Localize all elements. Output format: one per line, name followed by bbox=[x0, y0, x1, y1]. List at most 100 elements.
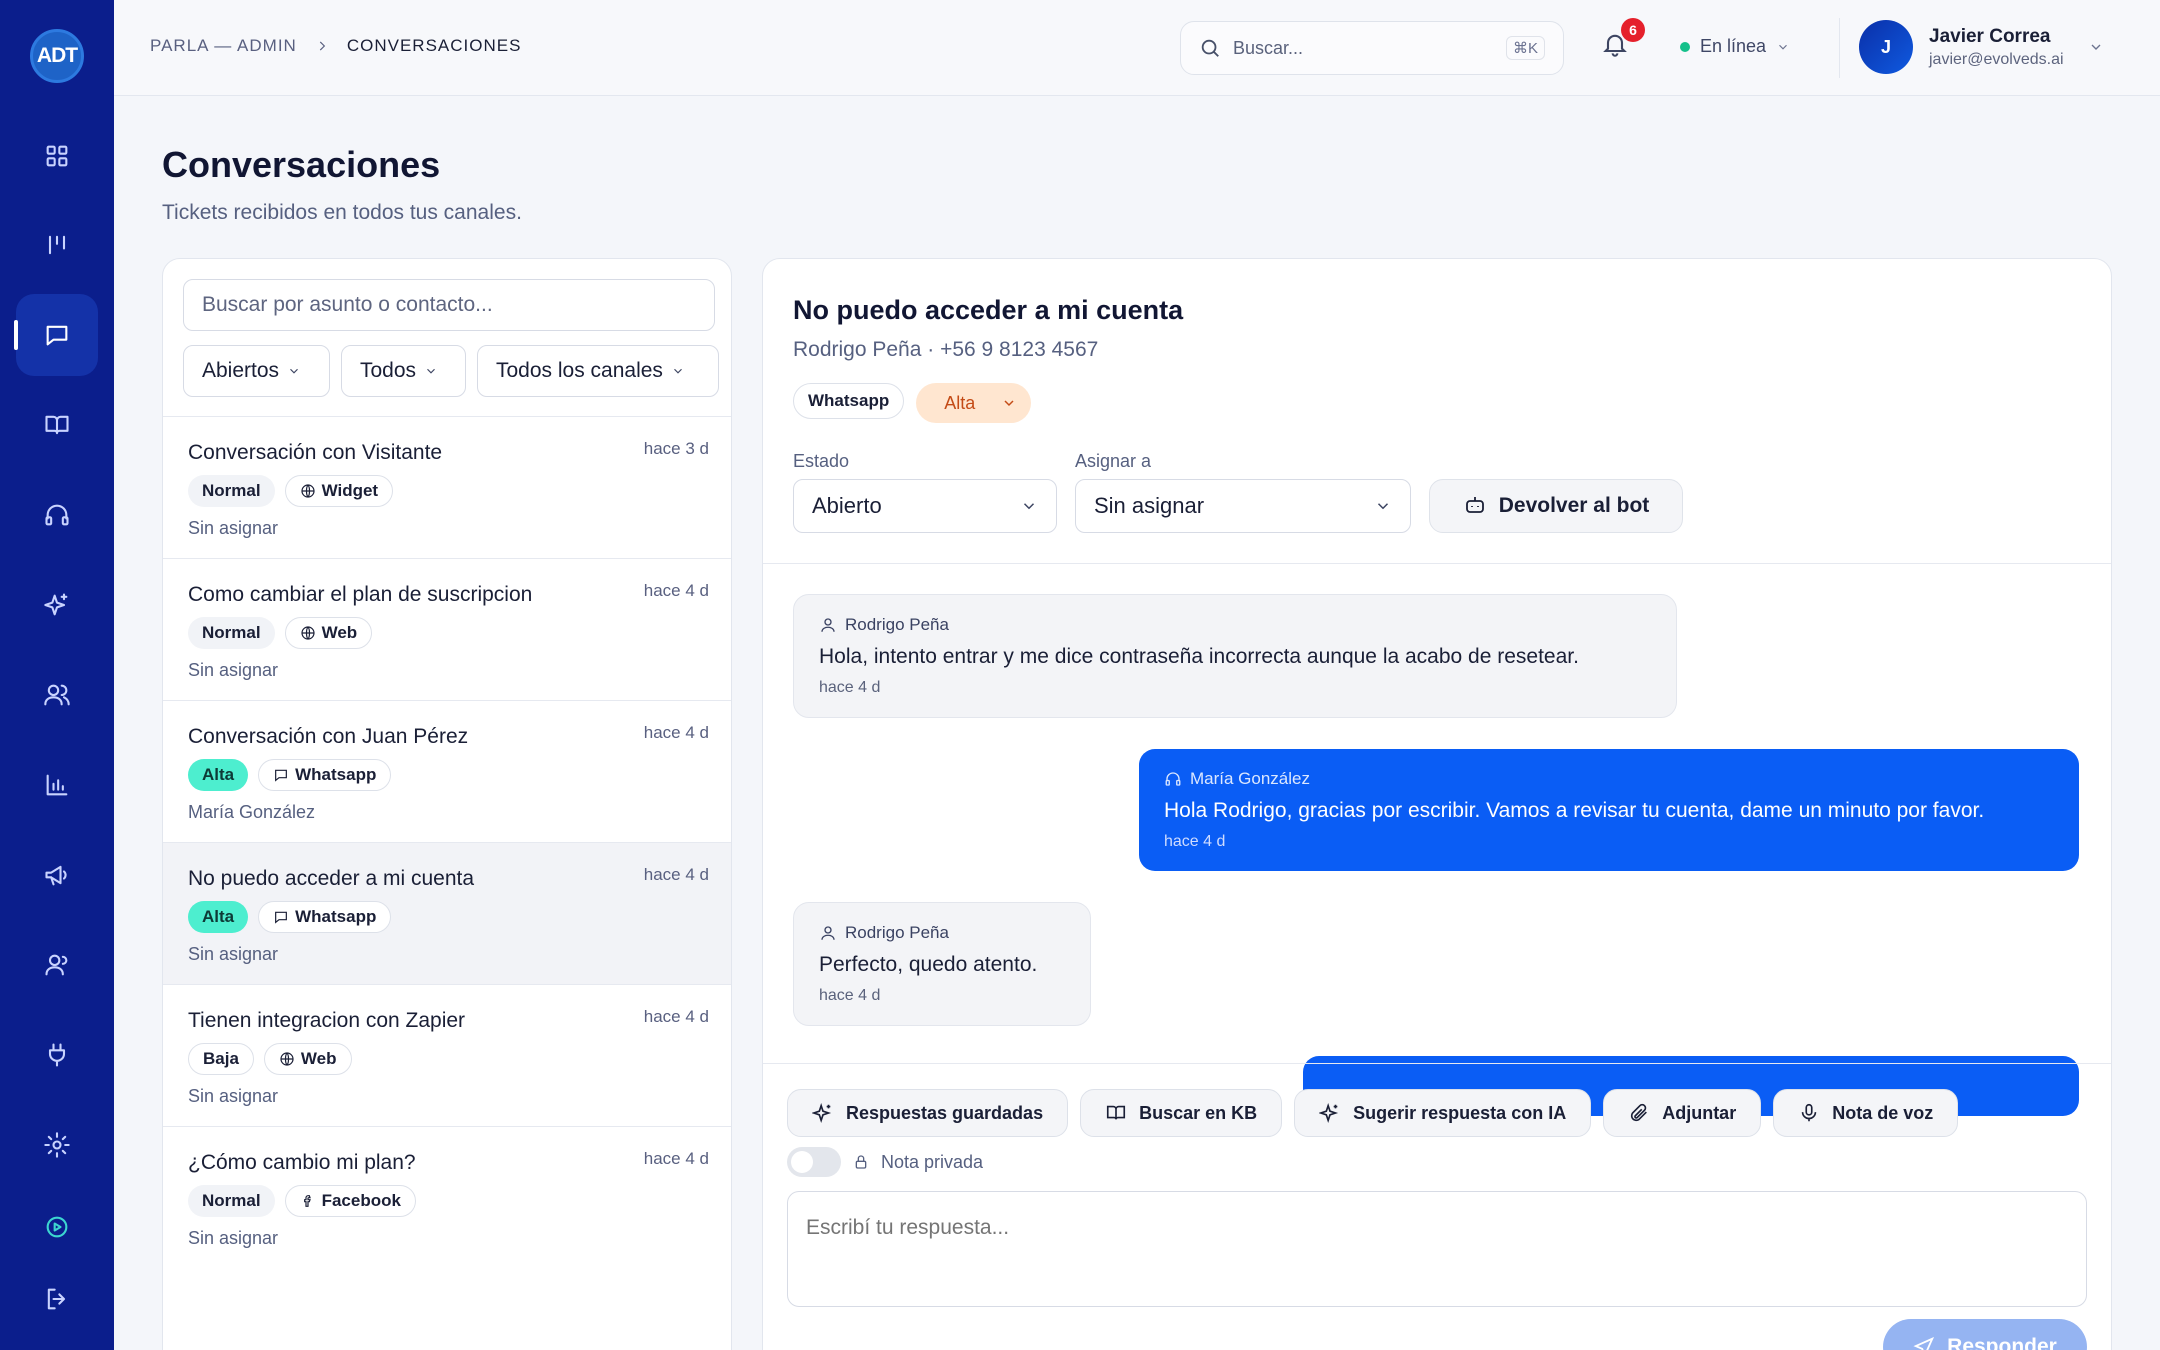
ticket-time: hace 4 d bbox=[643, 865, 709, 884]
search-kb-button[interactable]: Buscar en KB bbox=[1080, 1089, 1283, 1137]
status-select[interactable]: Abierto bbox=[793, 479, 1057, 533]
ticket-search-input[interactable]: Buscar por asunto o contacto... bbox=[183, 279, 715, 331]
message-icon bbox=[275, 769, 288, 782]
notifications-button[interactable]: 6 bbox=[1601, 18, 1645, 66]
attach-button[interactable]: Adjuntar bbox=[1603, 1089, 1762, 1137]
ticket-time: hace 4 d bbox=[643, 581, 709, 600]
assign-select[interactable]: Sin asignar bbox=[1075, 479, 1411, 533]
ai-suggest-button[interactable]: Sugerir respuesta con IA bbox=[1294, 1089, 1592, 1137]
voice-note-button[interactable]: Nota de voz bbox=[1773, 1089, 1959, 1137]
priority-tag: Baja bbox=[188, 1043, 254, 1075]
nav-tutorial[interactable] bbox=[16, 1186, 98, 1268]
search-icon bbox=[1201, 39, 1219, 57]
nav-logout[interactable] bbox=[16, 1258, 98, 1340]
chart-icon bbox=[46, 774, 68, 796]
chevron-down-icon bbox=[674, 368, 682, 374]
voice-note-label: Nota de voz bbox=[1832, 1102, 1934, 1123]
attach-label: Adjuntar bbox=[1662, 1102, 1737, 1123]
ai-suggest-label: Sugerir respuesta con IA bbox=[1353, 1102, 1567, 1123]
message-author-name: Rodrigo Peña bbox=[845, 923, 949, 942]
breadcrumb: PARLA — ADMIN CONVERSACIONES bbox=[150, 36, 521, 56]
toggle-switch[interactable] bbox=[787, 1147, 841, 1177]
composer-toolbar: Respuestas guardadas Buscar en KB Sugeri… bbox=[787, 1089, 1959, 1137]
priority-dropdown[interactable]: Alta bbox=[916, 383, 1032, 423]
megaphone-icon bbox=[45, 865, 67, 886]
channel-tag: Widget bbox=[284, 475, 394, 507]
nav-reports[interactable] bbox=[16, 744, 98, 826]
chevron-down-icon bbox=[1779, 44, 1787, 50]
sparkle-icon bbox=[1319, 1103, 1339, 1123]
message-author-name: Rodrigo Peña bbox=[845, 615, 949, 634]
avatar: J bbox=[1859, 20, 1913, 74]
channel-tag: Web bbox=[284, 617, 373, 649]
gear-icon bbox=[44, 1132, 70, 1158]
book-icon bbox=[1107, 1105, 1126, 1120]
channel-filter[interactable]: Todos los canales bbox=[477, 345, 719, 397]
reply-textarea[interactable] bbox=[787, 1191, 2087, 1307]
headset-icon bbox=[1165, 772, 1181, 786]
user-name: Javier Correa bbox=[1929, 25, 2051, 47]
message-outgoing: María González Hola Rodrigo, gracias por… bbox=[1139, 749, 2079, 871]
divider bbox=[763, 1063, 2111, 1064]
nav-knowledge-base[interactable] bbox=[16, 384, 98, 466]
ticket-row[interactable]: Conversación con Juan Pérez hace 4 d Alt… bbox=[163, 701, 731, 843]
play-circle-icon bbox=[46, 1216, 68, 1238]
send-reply-button[interactable]: Responder bbox=[1883, 1319, 2087, 1350]
assignee-filter[interactable]: Todos bbox=[341, 345, 466, 397]
chat-icon bbox=[46, 325, 68, 346]
contact-info: Rodrigo Peña · +56 9 8123 4567 bbox=[793, 338, 1099, 361]
lock-icon bbox=[855, 1155, 867, 1169]
ticket-assignee: Sin asignar bbox=[188, 518, 279, 538]
ticket-row[interactable]: Como cambiar el plan de suscripcion hace… bbox=[163, 559, 731, 701]
nav-kanban[interactable] bbox=[16, 204, 98, 286]
nav-conversations[interactable] bbox=[14, 294, 98, 376]
sidebar: ADT bbox=[0, 0, 114, 1350]
ticket-title: Conversación con Visitante bbox=[188, 441, 443, 464]
bot-icon bbox=[1465, 497, 1484, 513]
nav-integrations[interactable] bbox=[16, 1014, 98, 1096]
ticket-title: Tienen integracion con Zapier bbox=[188, 1009, 466, 1032]
message-author: María González bbox=[1164, 769, 2054, 789]
global-search-input[interactable]: Buscar... ⌘K bbox=[1180, 21, 1564, 75]
priority-tag: Alta bbox=[188, 759, 249, 791]
status-select-value: Abierto bbox=[812, 493, 882, 518]
ticket-row[interactable]: ¿Cómo cambio mi plan? hace 4 d Normal Fa… bbox=[163, 1127, 731, 1269]
plug-icon bbox=[48, 1043, 66, 1067]
ticket-title: Como cambiar el plan de suscripcion bbox=[188, 583, 533, 606]
priority-tag: Normal bbox=[188, 475, 275, 507]
channel-tag-label: Web bbox=[300, 1049, 337, 1068]
ticket-time: hace 3 d bbox=[643, 439, 709, 458]
return-to-bot-button[interactable]: Devolver al bot bbox=[1429, 479, 1683, 533]
channel-tag: Whatsapp bbox=[258, 901, 392, 933]
assign-label: Asignar a bbox=[1075, 451, 1152, 471]
status-filter[interactable]: Abiertos bbox=[183, 345, 330, 397]
ticket-time: hace 4 d bbox=[643, 1149, 709, 1168]
nav-settings[interactable] bbox=[16, 1104, 98, 1186]
ticket-row[interactable]: Conversación con Visitante hace 3 d Norm… bbox=[163, 417, 731, 559]
global-search-placeholder: Buscar... bbox=[1233, 37, 1304, 58]
message-text: Perfecto, quedo atento. bbox=[819, 953, 1038, 976]
nav-contacts[interactable] bbox=[16, 654, 98, 736]
nav-team[interactable] bbox=[16, 924, 98, 1006]
user-email: javier@evolveds.ai bbox=[1929, 50, 2064, 68]
saved-replies-button[interactable]: Respuestas guardadas bbox=[787, 1089, 1069, 1137]
nav-dashboard[interactable] bbox=[16, 115, 98, 197]
nav-ai[interactable] bbox=[16, 564, 98, 646]
nav-support[interactable] bbox=[16, 474, 98, 556]
message-incoming: Rodrigo Peña Perfecto, quedo atento. hac… bbox=[793, 902, 1091, 1026]
private-note-toggle[interactable]: Nota privada bbox=[787, 1147, 983, 1177]
nav-campaigns[interactable] bbox=[16, 834, 98, 916]
presence-status-dropdown[interactable]: En línea bbox=[1680, 36, 1790, 57]
ticket-row-selected[interactable]: No puedo acceder a mi cuenta hace 4 d Al… bbox=[163, 843, 731, 985]
app-logo[interactable]: ADT bbox=[30, 29, 84, 83]
ticket-row[interactable]: Tienen integracion con Zapier hace 4 d B… bbox=[163, 985, 731, 1127]
page-title: Conversaciones bbox=[162, 144, 441, 185]
user-menu[interactable]: J Javier Correa javier@evolveds.ai bbox=[1859, 20, 2104, 74]
ticket-assignee: Sin asignar bbox=[188, 660, 279, 680]
sparkle-icon bbox=[44, 593, 68, 616]
ticket-list-panel: Buscar por asunto o contacto... Abiertos… bbox=[162, 258, 732, 1350]
message-time: hace 4 d bbox=[819, 987, 881, 1004]
breadcrumb-root[interactable]: PARLA — ADMIN bbox=[150, 36, 297, 56]
chevron-right-icon bbox=[319, 41, 326, 51]
online-dot bbox=[1680, 41, 1690, 52]
